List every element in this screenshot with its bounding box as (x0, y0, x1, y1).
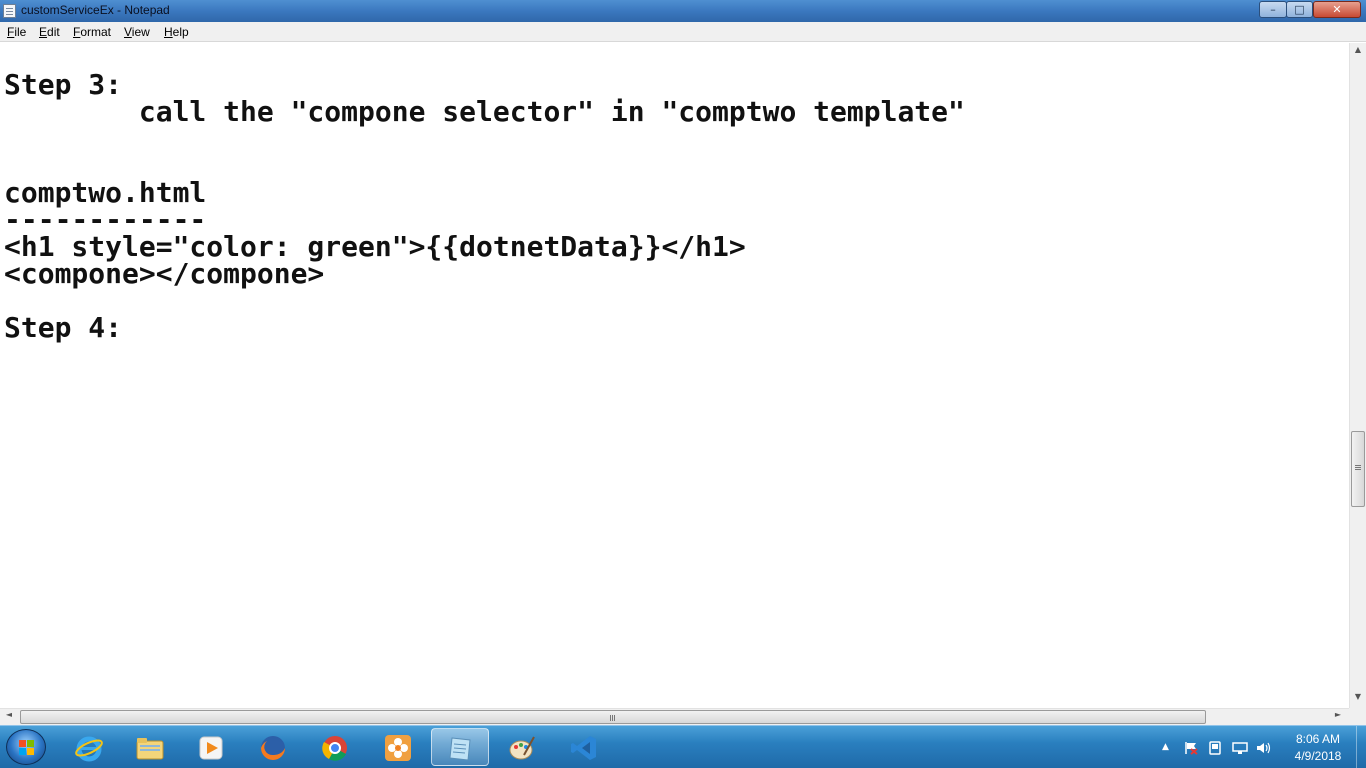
maximize-button[interactable]: □ (1286, 1, 1313, 18)
menu-view[interactable]: View (124, 25, 150, 39)
notepad-icon (449, 737, 471, 761)
volume-icon[interactable] (1256, 741, 1272, 755)
text-line: <compone></compone> (4, 257, 325, 290)
network-icon[interactable] (1232, 741, 1248, 755)
taskbar-internet-explorer[interactable] (60, 728, 118, 766)
window-title: customServiceEx - Notepad (21, 3, 170, 17)
taskbar-firefox[interactable] (244, 728, 302, 766)
taskbar-chrome[interactable] (306, 728, 364, 766)
paint-icon (509, 736, 535, 760)
horizontal-scrollbar[interactable]: ◄ ► (0, 708, 1349, 725)
folder-icon (136, 738, 164, 760)
menu-help[interactable]: Help (164, 25, 189, 39)
taskbar-media-player[interactable] (182, 728, 240, 766)
menu-file[interactable]: File (7, 25, 26, 39)
taskbar-windows-explorer[interactable] (121, 728, 179, 766)
menu-bar: File Edit Format View Help (0, 22, 1366, 42)
scroll-up-arrow-icon[interactable]: ▲ (1350, 45, 1366, 59)
taskbar-vscode[interactable] (555, 728, 613, 766)
start-button[interactable] (6, 729, 46, 765)
title-bar[interactable]: customServiceEx - Notepad – □ ✕ (0, 0, 1366, 22)
text-editor-area[interactable]: Step 3: call the "compone selector" in "… (0, 43, 1349, 708)
scroll-down-arrow-icon[interactable]: ▼ (1350, 692, 1366, 706)
scroll-left-arrow-icon[interactable]: ◄ (3, 710, 15, 724)
grip-icon (610, 715, 611, 721)
horizontal-scroll-thumb[interactable] (20, 710, 1206, 724)
flower-icon (385, 735, 411, 761)
windows-logo-icon (19, 740, 34, 755)
taskbar-flower-app[interactable] (369, 728, 427, 766)
firefox-icon (261, 736, 285, 760)
vertical-scroll-thumb[interactable] (1351, 431, 1365, 507)
device-icon[interactable] (1208, 741, 1222, 755)
scroll-right-arrow-icon[interactable]: ► (1332, 710, 1344, 724)
action-center-flag-icon[interactable] (1184, 741, 1198, 755)
taskbar: ▲ (0, 725, 1366, 768)
vscode-icon (571, 736, 596, 760)
text-line: call the "compone selector" in "comptwo … (4, 95, 965, 128)
ie-icon (75, 736, 103, 762)
chrome-icon (322, 736, 347, 761)
close-button[interactable]: ✕ (1313, 1, 1361, 18)
taskbar-notepad[interactable] (431, 728, 489, 766)
media-player-icon (199, 736, 223, 760)
notepad-app-icon[interactable] (3, 4, 16, 18)
clock-time[interactable]: 8:06 AM (1290, 732, 1346, 746)
text-line: Step 4: (4, 311, 123, 344)
vertical-scrollbar[interactable]: ▲ ▼ (1349, 43, 1366, 708)
size-grip (1349, 708, 1366, 725)
show-hidden-icons-icon[interactable]: ▲ (1162, 743, 1169, 752)
clock-date[interactable]: 4/9/2018 (1288, 749, 1348, 763)
menu-edit[interactable]: Edit (39, 25, 60, 39)
menu-format[interactable]: Format (73, 25, 111, 39)
taskbar-paint[interactable] (493, 728, 551, 766)
show-desktop-button[interactable] (1356, 726, 1366, 768)
grip-icon (1355, 465, 1361, 466)
minimize-button[interactable]: – (1259, 1, 1287, 18)
